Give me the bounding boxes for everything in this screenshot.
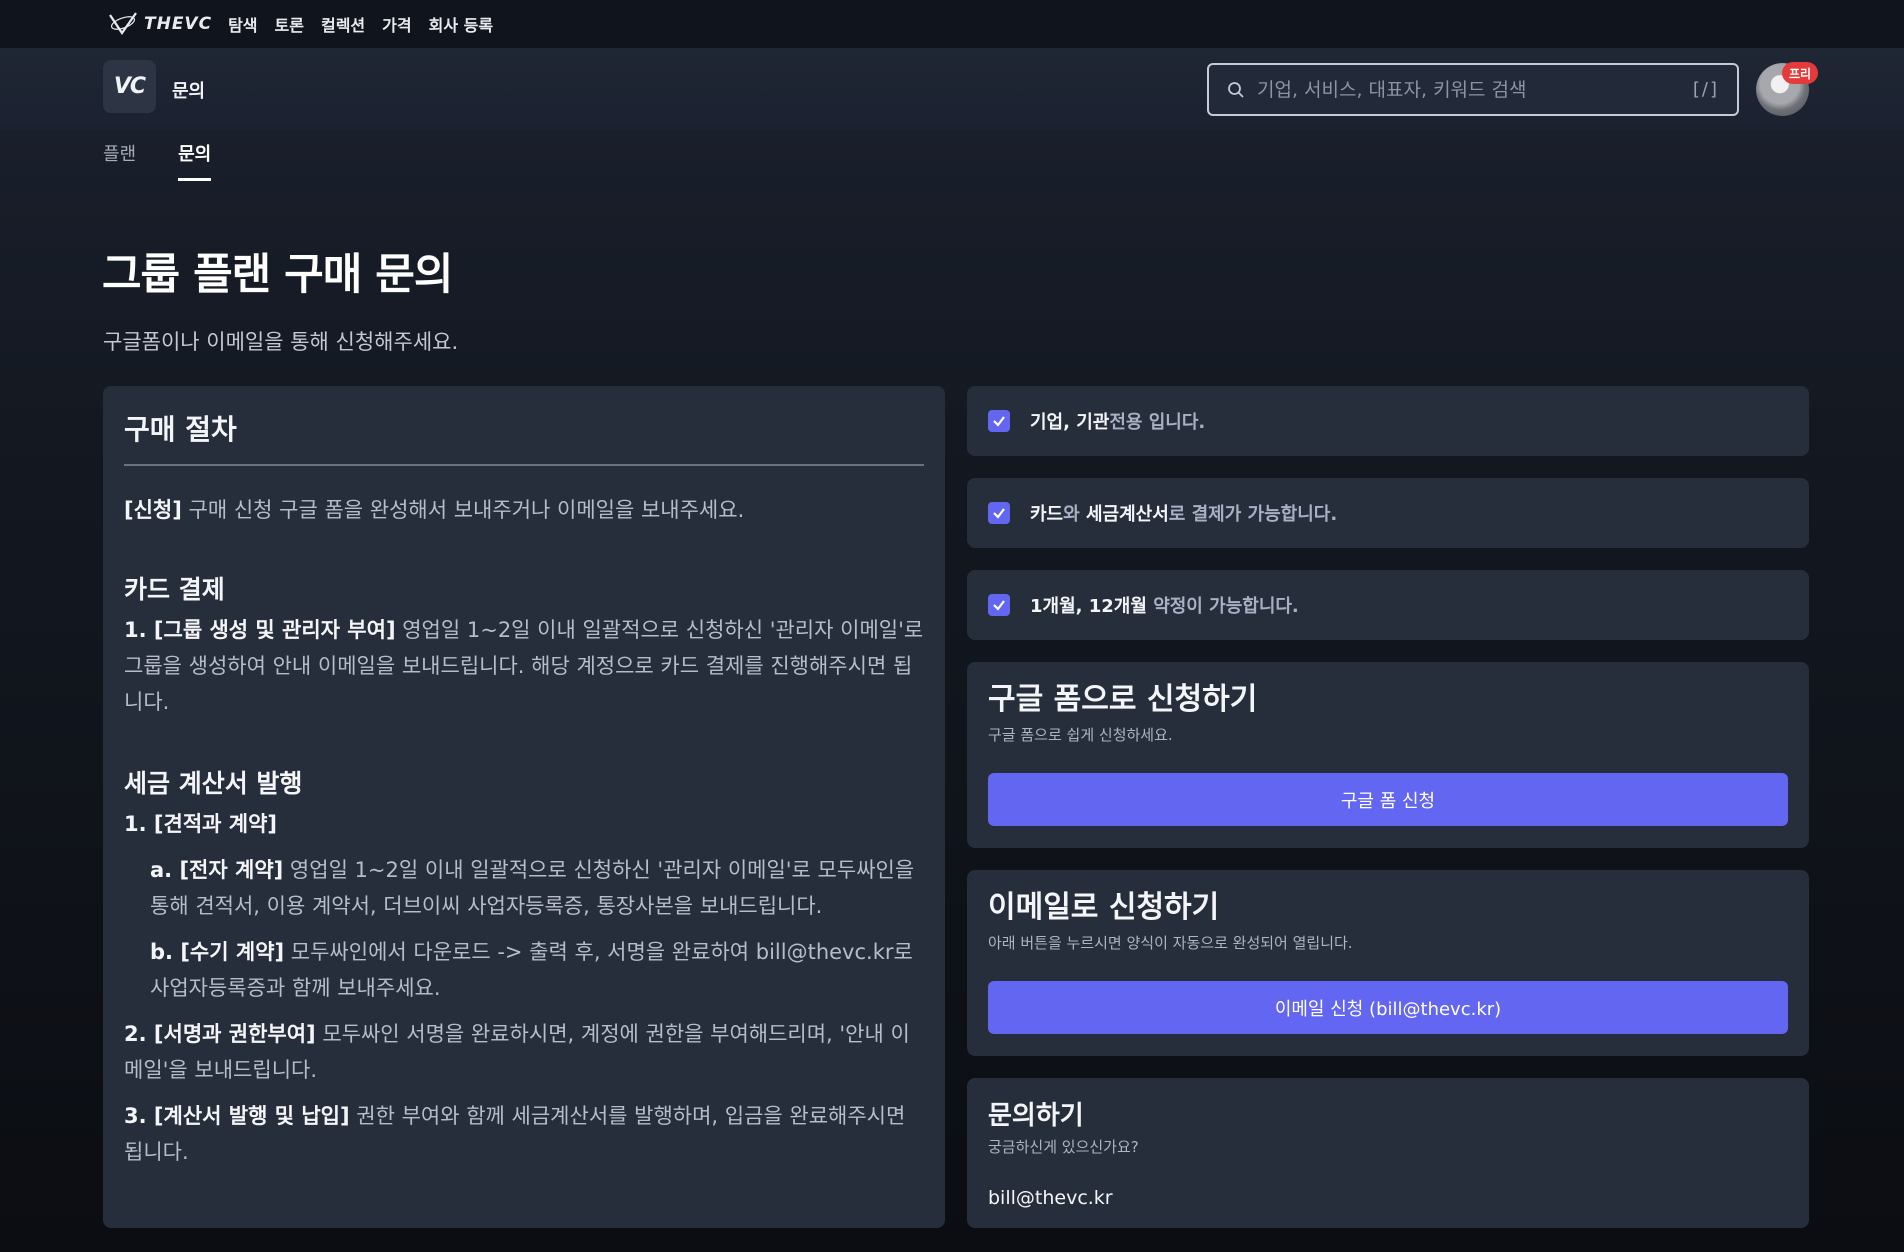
card-step-tag: 1. [그룹 생성 및 관리자 부여] [124, 618, 396, 642]
search-icon [1228, 81, 1244, 98]
brand-logo[interactable]: THEVC [108, 11, 212, 37]
apply-step-tag: [신청] [124, 498, 182, 522]
tax-step-2-tag: 2. [서명과 권한부여] [124, 1022, 316, 1046]
tax-step-1-tag: 1. [견적과 계약] [124, 812, 278, 836]
tax-step-1: 1. [견적과 계약] [124, 806, 924, 842]
purchase-procedure-panel: 구매 절차 [신청] 구매 신청 구글 폼을 완성해서 보내주거나 이메일을 보… [103, 386, 945, 1228]
card-payment-heading: 카드 결제 [124, 575, 225, 604]
email-apply-card: 이메일로 신청하기 아래 버튼을 누르시면 양식이 자동으로 완성되어 열립니다… [967, 870, 1809, 1056]
tax-step-2: 2. [서명과 권한부여] 모두싸인 서명을 완료하시면, 계정에 권한을 부여… [124, 1016, 924, 1088]
top-navbar: THEVC 탐색 토론 컬렉션 가격 회사 등록 [0, 0, 1904, 48]
apply-step-text: 구매 신청 구글 폼을 완성해서 보내주거나 이메일을 보내주세요. [181, 498, 745, 522]
check-text-strong: 1개월, 12개월 [1030, 596, 1147, 617]
check-text-muted: 전용 입니다. [1109, 412, 1206, 433]
check-text-strong: 세금계산서 [1085, 504, 1169, 525]
contact-email-link[interactable]: bill@thevc.kr [988, 1187, 1788, 1209]
email-apply-button[interactable]: 이메일 신청 (bill@thevc.kr) [988, 981, 1788, 1034]
search-box[interactable]: [/] [1207, 63, 1739, 116]
check-card-enterprise: 기업, 기관전용 입니다. [967, 386, 1809, 456]
checkbox-checked-icon [988, 594, 1010, 616]
nav-pricing[interactable]: 가격 [382, 12, 411, 36]
tab-plan[interactable]: 플랜 [103, 140, 136, 181]
tax-step-1a-tag: a. [전자 계약] [150, 858, 284, 882]
check-card-payment: 카드와 세금계산서로 결제가 가능합니다. [967, 478, 1809, 548]
top-nav: 탐색 토론 컬렉션 가격 회사 등록 [228, 12, 493, 36]
google-form-card: 구글 폼으로 신청하기 구글 폼으로 쉽게 신청하세요. 구글 폼 신청 [967, 662, 1809, 848]
contact-card: 문의하기 궁금하신게 있으신가요? bill@thevc.kr [967, 1078, 1809, 1228]
page-subtitle: 구글폼이나 이메일을 통해 신청해주세요. [103, 330, 459, 354]
check-text-strong: 카드 [1030, 504, 1064, 525]
check-text-muted: 로 결제가 가능합니다. [1168, 504, 1338, 525]
check-text-muted: 와 [1063, 504, 1086, 525]
check-text-muted: 약정이 가능합니다. [1146, 596, 1299, 617]
email-apply-subtitle: 아래 버튼을 누르시면 양식이 자동으로 완성되어 열립니다. [988, 934, 1353, 952]
google-form-title: 구글 폼으로 신청하기 [988, 682, 1258, 717]
tab-bar: 플랜 문의 [103, 140, 212, 181]
tax-step-1b-tag: b. [수기 계약] [150, 940, 285, 964]
card-payment-step: 1. [그룹 생성 및 관리자 부여] 영업일 1~2일 이내 일괄적으로 신청… [124, 612, 924, 720]
brand-mark-icon [109, 12, 137, 35]
check-text: 1개월, 12개월 약정이 가능합니다. [1030, 592, 1299, 618]
check-card-contract: 1개월, 12개월 약정이 가능합니다. [967, 570, 1809, 640]
search-input[interactable] [1257, 78, 1693, 101]
tax-invoice-heading: 세금 계산서 발행 [124, 769, 303, 798]
apply-step: [신청] 구매 신청 구글 폼을 완성해서 보내주거나 이메일을 보내주세요. [124, 492, 924, 528]
header-page-label: 문의 [172, 81, 206, 102]
tab-inquiry[interactable]: 문의 [178, 140, 212, 181]
tax-step-1a: a. [전자 계약] 영업일 1~2일 이내 일괄적으로 신청하신 '관리자 이… [124, 852, 924, 924]
tax-step-3: 3. [계산서 발행 및 납입] 권한 부여와 함께 세금계산서를 발행하며, … [124, 1098, 924, 1170]
contact-title: 문의하기 [988, 1101, 1084, 1131]
contact-subtitle: 궁금하신게 있으신가요? [988, 1138, 1139, 1156]
checkbox-checked-icon [988, 502, 1010, 524]
nav-register-company[interactable]: 회사 등록 [429, 12, 493, 36]
brand-name: THEVC [144, 14, 213, 34]
tax-step-1b: b. [수기 계약] 모두싸인에서 다운로드 -> 출력 후, 서명을 완료하여… [124, 934, 924, 1006]
google-form-subtitle: 구글 폼으로 쉽게 신청하세요. [988, 726, 1173, 744]
email-apply-title: 이메일로 신청하기 [988, 890, 1220, 925]
tax-step-3-tag: 3. [계산서 발행 및 납입] [124, 1104, 350, 1128]
check-text: 기업, 기관전용 입니다. [1030, 408, 1205, 434]
plan-badge: 프리 [1782, 62, 1819, 84]
google-form-button[interactable]: 구글 폼 신청 [988, 773, 1788, 826]
checkbox-checked-icon [988, 410, 1010, 432]
nav-collection[interactable]: 컬렉션 [321, 12, 365, 36]
page-title: 그룹 플랜 구매 문의 [102, 250, 453, 300]
nav-explore[interactable]: 탐색 [228, 12, 257, 36]
search-shortcut-hint: [/] [1692, 79, 1719, 100]
vc-logo[interactable]: VC [103, 60, 156, 113]
nav-discussion[interactable]: 토론 [275, 12, 304, 36]
check-text-strong: 기업, 기관 [1030, 412, 1110, 433]
procedure-title: 구매 절차 [124, 408, 924, 466]
check-text: 카드와 세금계산서로 결제가 가능합니다. [1030, 500, 1337, 526]
